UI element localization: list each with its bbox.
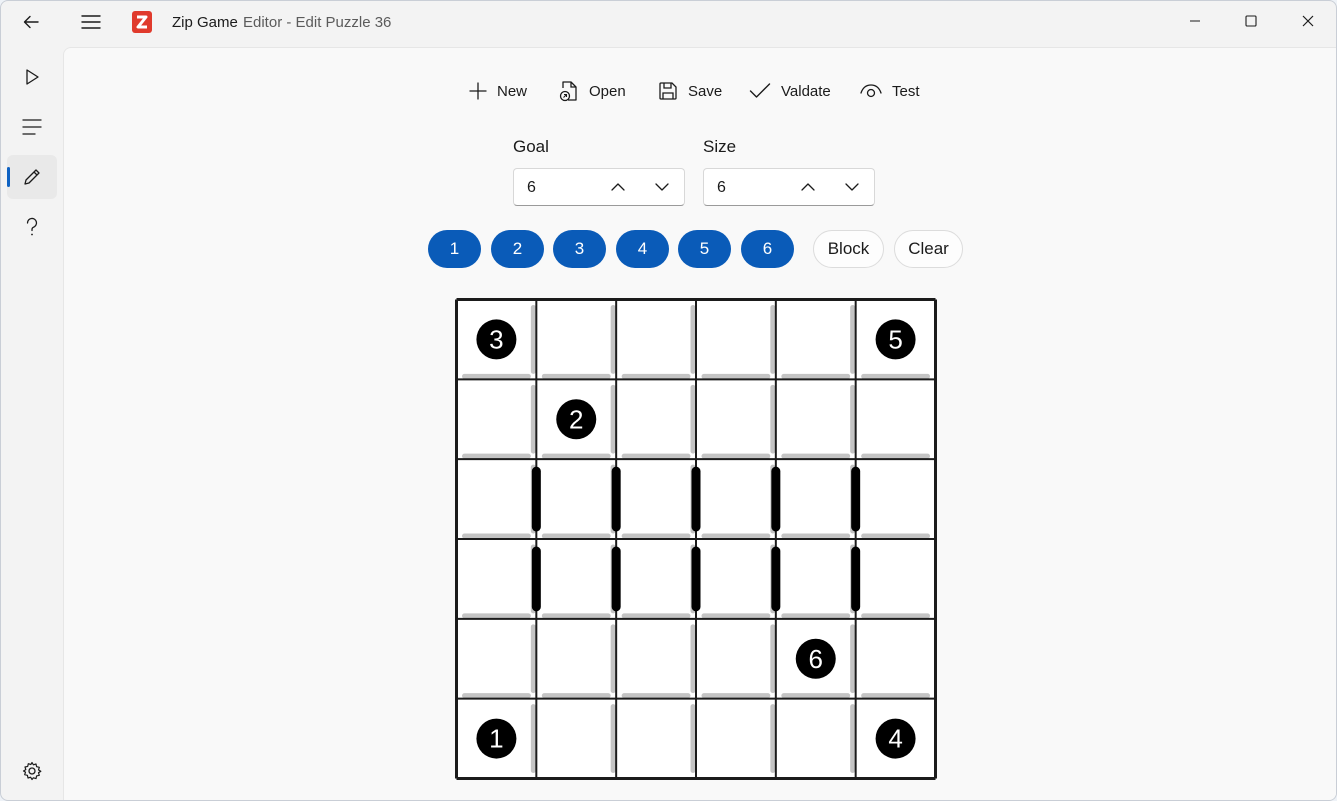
number-5-button[interactable]: 5	[678, 230, 731, 268]
checkmark-icon	[749, 83, 771, 98]
nav-selection-indicator	[7, 167, 10, 187]
grid-cell[interactable]	[456, 539, 537, 619]
grid-cell[interactable]	[536, 698, 617, 779]
grid-cell[interactable]	[775, 539, 856, 619]
save-label: Save	[688, 82, 723, 100]
app-logo-icon	[132, 11, 152, 33]
window-subtitle: Editor - Edit Puzzle 36	[243, 14, 392, 31]
grid-cell[interactable]	[536, 459, 617, 539]
close-button[interactable]	[1280, 1, 1336, 41]
grid-cell[interactable]	[855, 539, 936, 619]
close-icon	[1302, 15, 1314, 27]
new-button[interactable]: New	[469, 76, 527, 106]
eye-icon	[860, 84, 882, 98]
grid-cell[interactable]	[536, 539, 617, 619]
list-icon	[22, 119, 42, 135]
number-label: 1	[489, 724, 503, 754]
grid-cell[interactable]	[696, 459, 776, 539]
grid-cell[interactable]	[775, 698, 856, 779]
app-window: Zip Game Editor - Edit Puzzle 36 New Ope…	[0, 0, 1337, 801]
validate-button[interactable]: Valdate	[749, 76, 831, 106]
grid-cell[interactable]	[456, 379, 537, 460]
gear-icon	[22, 761, 42, 781]
size-value[interactable]: 6	[717, 179, 726, 197]
grid-cell[interactable]	[775, 299, 856, 380]
goal-number-box[interactable]: 6	[513, 168, 685, 206]
maximize-icon	[1245, 15, 1257, 27]
nav-item-edit[interactable]	[7, 155, 57, 199]
grid-cell[interactable]	[696, 379, 776, 460]
back-button[interactable]	[13, 7, 49, 37]
grid-cell[interactable]	[775, 379, 856, 460]
grid-cell[interactable]	[696, 618, 776, 699]
grid-cell[interactable]	[696, 539, 776, 619]
grid-cell[interactable]	[456, 618, 537, 699]
back-arrow-icon	[23, 15, 39, 29]
number-2-button[interactable]: 2	[491, 230, 544, 268]
clear-button[interactable]: Clear	[894, 230, 963, 268]
number-label: 6	[809, 644, 823, 674]
puzzle-grid[interactable]: 3 5 2 6 1 4	[455, 298, 937, 780]
goal-value[interactable]: 6	[527, 179, 536, 197]
open-button[interactable]: Open	[559, 76, 626, 106]
size-number-box[interactable]: 6	[703, 168, 875, 206]
save-button[interactable]: Save	[658, 76, 722, 106]
chevron-down-icon[interactable]	[653, 178, 671, 196]
new-label: New	[497, 82, 528, 100]
chevron-up-icon[interactable]	[799, 178, 817, 196]
number-label: 2	[569, 404, 583, 434]
nav-item-list[interactable]	[7, 105, 57, 149]
block-button[interactable]: Block	[813, 230, 884, 268]
open-file-icon	[559, 81, 577, 102]
nav-item-help[interactable]	[7, 205, 57, 249]
app-title: Zip Game	[172, 14, 238, 31]
grid-cell[interactable]	[456, 459, 537, 539]
title-bar: Zip Game Editor - Edit Puzzle 36	[1, 1, 1336, 45]
grid-cell[interactable]	[855, 379, 936, 460]
editor-content: New Open Save Valdate Test Goal 6 Size 6	[63, 47, 1336, 800]
pencil-icon	[24, 169, 40, 185]
play-icon	[26, 69, 39, 85]
goal-label: Goal	[513, 137, 549, 156]
number-label: 5	[888, 324, 902, 354]
grid-cell[interactable]	[616, 299, 696, 380]
minimize-button[interactable]	[1167, 1, 1223, 41]
number-1-button[interactable]: 1	[428, 230, 481, 268]
number-3-button[interactable]: 3	[553, 230, 606, 268]
nav-item-play[interactable]	[7, 55, 57, 99]
maximize-button[interactable]	[1223, 1, 1279, 41]
number-label: 3	[489, 324, 503, 354]
minimize-icon	[1190, 20, 1200, 22]
grid-cell[interactable]	[696, 698, 776, 779]
grid-cell[interactable]	[775, 459, 856, 539]
test-label: Test	[892, 82, 920, 100]
grid-cell[interactable]	[616, 618, 696, 699]
grid-cell[interactable]	[536, 299, 617, 380]
grid-cell[interactable]	[696, 299, 776, 380]
hamburger-icon	[81, 15, 101, 29]
number-label: 4	[888, 724, 902, 754]
grid-cell[interactable]	[616, 698, 696, 779]
chevron-down-icon[interactable]	[843, 178, 861, 196]
number-6-button[interactable]: 6	[741, 230, 794, 268]
grid-cell[interactable]	[616, 539, 696, 619]
save-icon	[659, 82, 677, 100]
grid-cell[interactable]	[536, 618, 617, 699]
test-button[interactable]: Test	[860, 76, 920, 106]
question-icon	[26, 217, 38, 236]
plus-icon	[469, 82, 487, 100]
grid-cell[interactable]	[855, 618, 936, 699]
open-label: Open	[589, 82, 626, 100]
grid-cell[interactable]	[855, 459, 936, 539]
number-4-button[interactable]: 4	[616, 230, 669, 268]
grid-cell[interactable]	[616, 459, 696, 539]
grid-cell[interactable]	[616, 379, 696, 460]
size-label: Size	[703, 137, 737, 156]
chevron-up-icon[interactable]	[609, 178, 627, 196]
validate-label: Valdate	[781, 82, 831, 100]
hamburger-menu-button[interactable]	[73, 7, 109, 37]
settings-button[interactable]	[7, 749, 57, 793]
